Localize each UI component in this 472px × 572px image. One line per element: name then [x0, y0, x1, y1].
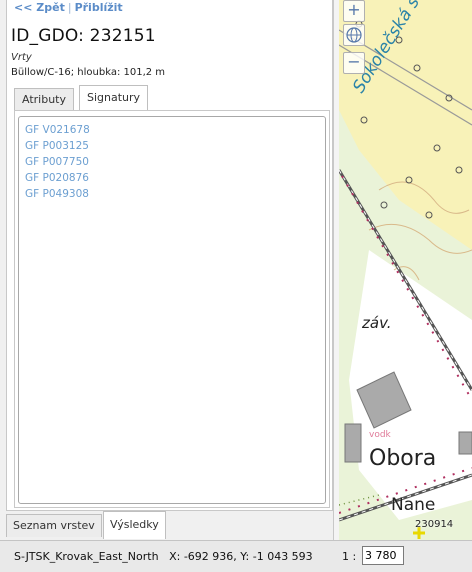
tab-seznam-vrstev[interactable]: Seznam vrstev	[6, 514, 102, 537]
map-view[interactable]: Sokolečská stro záv. vodk Obora Nane 230…	[339, 0, 472, 540]
signatury-tab-panel: GF V021678 GF P003125 GF P007750 GF P020…	[14, 110, 330, 508]
tab-atributy[interactable]: Atributy	[14, 88, 74, 110]
signature-item[interactable]: GF P007750	[25, 154, 325, 170]
back-link[interactable]: << Zpět	[14, 1, 65, 14]
status-bar: S-JTSK_Krovak_East_North X: -692 936, Y:…	[0, 540, 472, 572]
tab-signatury[interactable]: Signatury	[79, 85, 149, 110]
detail-nav: << Zpět | Přiblížit	[14, 1, 123, 14]
map-label-obora: Obora	[369, 446, 437, 471]
signature-list[interactable]: GF V021678 GF P003125 GF P007750 GF P020…	[18, 116, 326, 504]
record-detail: << Zpět | Přiblížit ID_GDO: 232151 Vrty Bü…	[6, 0, 333, 511]
tab-vysledky[interactable]: Výsledky	[103, 511, 166, 539]
zoom-in-button[interactable]: +	[343, 0, 365, 22]
record-type: Vrty	[11, 52, 32, 63]
map-label-vodk: vodk	[369, 430, 391, 440]
detail-panel: << Zpět | Přiblížit ID_GDO: 232151 Vrty Bü…	[0, 0, 334, 540]
signature-item[interactable]: GF P020876	[25, 170, 325, 186]
globe-icon[interactable]	[343, 24, 365, 46]
signature-item[interactable]: GF V021678	[25, 122, 325, 138]
scale-input[interactable]	[362, 546, 404, 565]
map-label-point: 230914	[415, 519, 454, 530]
map-label-zav: záv.	[362, 314, 392, 332]
map-label-nane: Nane	[391, 495, 436, 515]
bottom-tabs: Seznam vrstev Výsledky	[6, 511, 333, 540]
status-projection: S-JTSK_Krovak_East_North X: -692 936, Y:…	[14, 550, 313, 563]
record-info: Büllow/C-16; hloubka: 101,2 m	[11, 67, 166, 78]
zoom-out-button[interactable]: −	[343, 52, 365, 74]
record-title: ID_GDO: 232151	[11, 26, 156, 46]
scale-label: 1 :	[342, 550, 357, 563]
nav-separator: |	[67, 1, 72, 14]
zoom-to-link[interactable]: Přiblížit	[75, 1, 123, 14]
signature-item[interactable]: GF P049308	[25, 186, 325, 202]
signature-item[interactable]: GF P003125	[25, 138, 325, 154]
status-coordinates: X: -692 936, Y: -1 043 593	[169, 550, 313, 563]
